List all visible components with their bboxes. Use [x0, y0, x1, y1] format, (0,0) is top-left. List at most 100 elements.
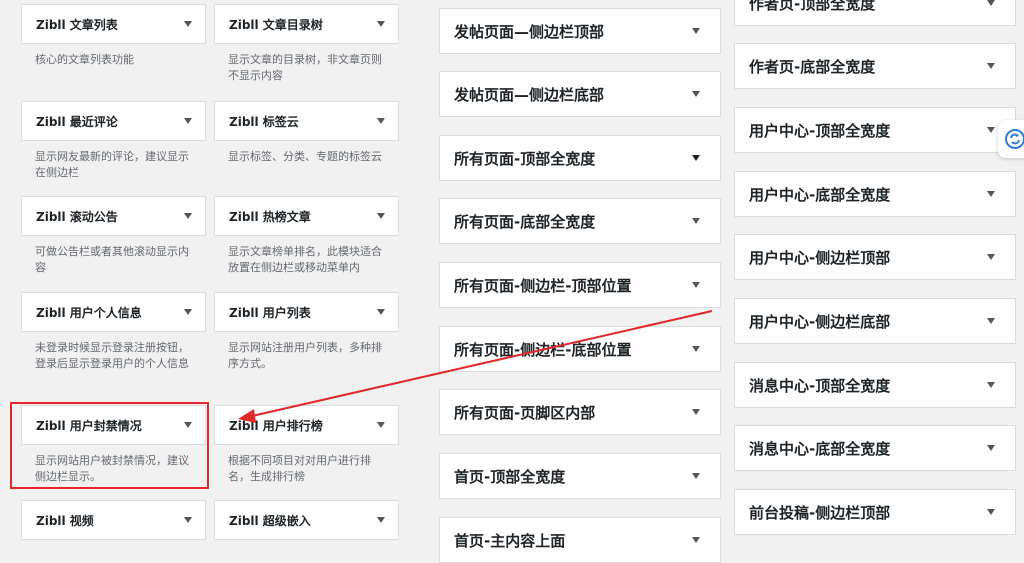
- sidebar-area[interactable]: 所有页面-顶部全宽度: [439, 135, 721, 181]
- sidebar-area[interactable]: 用户中心-侧边栏底部: [734, 298, 1016, 344]
- available-widget[interactable]: Zibll 最近评论 显示网友最新的评论，建议显示在侧边栏: [21, 101, 206, 181]
- widget-title-bar[interactable]: Zibll 最近评论: [21, 101, 206, 141]
- sidebar-title: 用户中心-顶部全宽度: [749, 121, 891, 140]
- sidebar-area[interactable]: 作者页-顶部全宽度: [734, 0, 1016, 26]
- sidebar-area[interactable]: 用户中心-底部全宽度: [734, 171, 1016, 217]
- caret-down-icon[interactable]: [377, 118, 385, 124]
- widget-description: 显示网友最新的评论，建议显示在侧边栏: [35, 150, 189, 179]
- sidebar-area[interactable]: 所有页面-页脚区内部: [439, 389, 721, 435]
- sidebar-area[interactable]: 所有页面-侧边栏-底部位置: [439, 326, 721, 372]
- sidebar-title: 首页-顶部全宽度: [454, 467, 566, 486]
- widget-title-bar[interactable]: Zibll 文章目录树: [214, 4, 399, 44]
- widget-description: 可做公告栏或者其他滚动显示内容: [35, 245, 189, 274]
- caret-down-icon[interactable]: [692, 537, 700, 543]
- sidebar-title: 所有页面-侧边栏-顶部位置: [454, 276, 632, 295]
- widget-title-bar[interactable]: Zibll 用户排行榜: [214, 405, 399, 445]
- caret-down-icon[interactable]: [987, 254, 995, 260]
- widget-title: Zibll 最近评论: [36, 114, 118, 129]
- caret-down-icon[interactable]: [692, 282, 700, 288]
- widget-description: 根据不同项目对对用户进行排名，生成排行榜: [228, 454, 371, 483]
- sidebar-area[interactable]: 消息中心-底部全宽度: [734, 425, 1016, 471]
- available-widget[interactable]: Zibll 滚动公告 可做公告栏或者其他滚动显示内容: [21, 196, 206, 276]
- caret-down-icon[interactable]: [184, 309, 192, 315]
- caret-down-icon[interactable]: [184, 21, 192, 27]
- caret-down-icon[interactable]: [184, 517, 192, 523]
- caret-down-icon[interactable]: [184, 213, 192, 219]
- sidebar-title: 首页-主内容上面: [454, 531, 566, 550]
- sidebar-title: 消息中心-底部全宽度: [749, 439, 891, 458]
- widget-title-bar[interactable]: Zibll 视频: [21, 500, 206, 540]
- sync-icon: [1005, 129, 1024, 149]
- available-widget[interactable]: Zibll 文章列表 核心的文章列表功能: [21, 4, 206, 68]
- available-widget[interactable]: Zibll 热榜文章 显示文章榜单排名，此模块适合放置在侧边栏或移动菜单内: [214, 196, 399, 276]
- widget-title-bar[interactable]: Zibll 用户列表: [214, 292, 399, 332]
- widget-title-bar[interactable]: Zibll 超级嵌入: [214, 500, 399, 540]
- sidebar-area[interactable]: 所有页面-底部全宽度: [439, 198, 721, 244]
- widget-description: 显示文章榜单排名，此模块适合放置在侧边栏或移动菜单内: [228, 245, 382, 274]
- sidebar-area[interactable]: 发帖页面—侧边栏底部: [439, 71, 721, 117]
- sidebar-title: 所有页面-侧边栏-底部位置: [454, 340, 632, 359]
- caret-down-icon[interactable]: [692, 91, 700, 97]
- widget-title: Zibll 热榜文章: [229, 209, 311, 224]
- caret-down-icon[interactable]: [377, 309, 385, 315]
- available-widget[interactable]: Zibll 标签云 显示标签、分类、专题的标签云: [214, 101, 399, 165]
- caret-down-icon[interactable]: [987, 63, 995, 69]
- caret-down-icon[interactable]: [692, 28, 700, 34]
- caret-down-icon[interactable]: [987, 445, 995, 451]
- widget-title: Zibll 超级嵌入: [229, 513, 311, 528]
- sidebar-title: 发帖页面—侧边栏顶部: [454, 22, 605, 41]
- sidebar-title: 作者页-顶部全宽度: [749, 0, 876, 13]
- caret-down-icon[interactable]: [377, 517, 385, 523]
- widget-description: 核心的文章列表功能: [35, 53, 134, 66]
- sidebar-area[interactable]: 用户中心-侧边栏顶部: [734, 234, 1016, 280]
- caret-down-icon[interactable]: [377, 213, 385, 219]
- sidebar-area[interactable]: 首页-主内容上面: [439, 517, 721, 563]
- caret-down-icon[interactable]: [987, 191, 995, 197]
- sidebar-title: 作者页-底部全宽度: [749, 57, 876, 76]
- caret-down-icon[interactable]: [987, 0, 995, 6]
- available-widget[interactable]: Zibll 文章目录树 显示文章的目录树，非文章页则不显示内容: [214, 4, 399, 84]
- sidebar-area[interactable]: 发帖页面—侧边栏顶部: [439, 8, 721, 54]
- highlight-box: [10, 402, 209, 489]
- sidebar-area[interactable]: 所有页面-侧边栏-顶部位置: [439, 262, 721, 308]
- available-widget[interactable]: Zibll 用户排行榜 根据不同项目对对用户进行排名，生成排行榜: [214, 405, 399, 485]
- widget-title: Zibll 滚动公告: [36, 209, 118, 224]
- caret-down-icon[interactable]: [184, 118, 192, 124]
- widget-title: Zibll 用户个人信息: [36, 305, 142, 320]
- caret-down-icon[interactable]: [692, 346, 700, 352]
- widget-title-bar[interactable]: Zibll 用户个人信息: [21, 292, 206, 332]
- caret-down-icon[interactable]: [692, 155, 700, 161]
- widget-title-bar[interactable]: Zibll 标签云: [214, 101, 399, 141]
- available-widget[interactable]: Zibll 超级嵌入: [214, 500, 399, 540]
- caret-down-icon[interactable]: [692, 409, 700, 415]
- widget-description: 显示网站注册用户列表，多种排序方式。: [228, 341, 382, 370]
- caret-down-icon[interactable]: [377, 21, 385, 27]
- caret-down-icon[interactable]: [692, 473, 700, 479]
- sidebar-area[interactable]: 作者页-底部全宽度: [734, 43, 1016, 89]
- widget-description: 显示标签、分类、专题的标签云: [228, 150, 382, 163]
- sidebar-title: 用户中心-底部全宽度: [749, 185, 891, 204]
- widgets-page: Zibll 文章列表 核心的文章列表功能 Zibll 文章目录树 显示文章的目录…: [0, 0, 1024, 563]
- sidebar-area[interactable]: 首页-顶部全宽度: [439, 453, 721, 499]
- sidebar-title: 所有页面-底部全宽度: [454, 212, 596, 231]
- caret-down-icon[interactable]: [987, 127, 995, 133]
- floating-action-button[interactable]: [998, 120, 1024, 158]
- caret-down-icon[interactable]: [692, 218, 700, 224]
- widget-title-bar[interactable]: Zibll 热榜文章: [214, 196, 399, 236]
- widget-title-bar[interactable]: Zibll 滚动公告: [21, 196, 206, 236]
- sidebar-area[interactable]: 前台投稿-侧边栏顶部: [734, 489, 1016, 535]
- widget-title: Zibll 文章目录树: [229, 17, 323, 32]
- sidebar-area[interactable]: 消息中心-顶部全宽度: [734, 362, 1016, 408]
- caret-down-icon[interactable]: [987, 382, 995, 388]
- sidebar-title: 所有页面-页脚区内部: [454, 403, 596, 422]
- caret-down-icon[interactable]: [377, 422, 385, 428]
- available-widget[interactable]: Zibll 用户列表 显示网站注册用户列表，多种排序方式。: [214, 292, 399, 372]
- sidebar-title: 消息中心-顶部全宽度: [749, 376, 891, 395]
- sidebar-title: 发帖页面—侧边栏底部: [454, 85, 605, 104]
- caret-down-icon[interactable]: [987, 318, 995, 324]
- caret-down-icon[interactable]: [987, 509, 995, 515]
- available-widget[interactable]: Zibll 用户个人信息 未登录时候显示登录注册按钮，登录后显示登录用户的个人信…: [21, 292, 206, 372]
- available-widget[interactable]: Zibll 视频: [21, 500, 206, 540]
- widget-title-bar[interactable]: Zibll 文章列表: [21, 4, 206, 44]
- sidebar-area[interactable]: 用户中心-顶部全宽度: [734, 107, 1016, 153]
